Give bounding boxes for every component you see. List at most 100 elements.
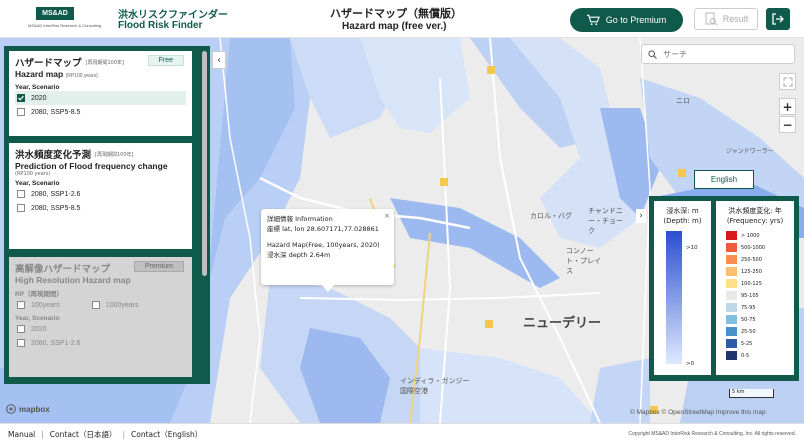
year-scenario-heading: Year, Scenario [15, 180, 60, 187]
hazard-map-title-jp: ハザードマップ [15, 58, 82, 69]
legend-swatch [726, 279, 737, 288]
checkbox[interactable] [17, 204, 25, 212]
company-logo[interactable]: MS&AD [36, 7, 74, 20]
map-label: チャンドニー・チョーク [588, 207, 623, 235]
highres-option-ssp126[interactable]: 2080, SSP1-2.6 [15, 336, 186, 350]
panel-scrollbar[interactable] [202, 51, 207, 276]
checkbox[interactable] [17, 339, 25, 347]
legend-swatch [726, 327, 737, 336]
frequency-note: [再現期間100年] [95, 151, 134, 158]
page-title-jp: ハザードマップ（無償版） [330, 7, 462, 20]
option-label: 2080, SSP1-2.6 [31, 190, 81, 198]
frequency-legend: 洪水頻度変化: 年 (Frequency: yrs) > 1000 500-1000… [716, 201, 794, 375]
company-name: MS&AD InterRisk Research & Consulting [28, 23, 102, 28]
checkbox[interactable] [17, 301, 25, 309]
checkbox-checked[interactable] [17, 94, 25, 102]
contact-jp-link[interactable]: Contact（日本語） [50, 429, 117, 440]
rp-option-100[interactable]: 100years [15, 298, 60, 312]
legend-panel: 浸水深: m (Depth: m) >10 >0 洪水頻度変化: 年 (Freque… [649, 196, 799, 381]
map-attribution[interactable]: © Mapbox © OpenStreetMap Improve this ma… [630, 409, 766, 416]
map-label: ニロ [676, 97, 690, 105]
premium-badge: Premium [133, 261, 184, 272]
frequency-legend-item: > 1000 [726, 231, 760, 240]
mapbox-icon [6, 404, 16, 414]
option-label: 1000years [105, 301, 139, 309]
checkbox[interactable] [17, 190, 25, 198]
close-icon[interactable]: × [384, 211, 390, 221]
zoom-in-button[interactable]: + [779, 98, 796, 115]
manual-link[interactable]: Manual [8, 430, 35, 439]
logout-icon [772, 13, 784, 25]
option-label: 100years [31, 301, 60, 309]
legend-swatch [726, 231, 737, 240]
result-label: Result [722, 14, 749, 24]
option-label: 2080, SSP5-8.5 [31, 108, 81, 116]
footer-separator: | [122, 430, 126, 439]
go-to-premium-label: Go to Premium [605, 15, 667, 25]
hazard-option-2020[interactable]: 2020 [15, 91, 186, 105]
search-icon [648, 49, 657, 59]
collapse-panel-button[interactable]: ‹ [212, 51, 226, 69]
brand-title-jp: 洪水リスクファインダー [118, 10, 228, 21]
legend-swatch [726, 267, 737, 276]
hazard-option-2080-ssp585[interactable]: 2080, SSP5-8.5 [15, 105, 186, 119]
result-button[interactable]: Result [694, 8, 758, 30]
hazard-map-note: [再現期間100年] [85, 59, 124, 66]
frequency-legend-item: 500-1000 [726, 243, 765, 252]
fullscreen-button[interactable] [779, 73, 796, 90]
highres-title-jp: 高解像ハザードマップ [15, 264, 111, 275]
popup-heading: 詳細情報 Information [267, 215, 333, 223]
frequency-legend-item: 250-500 [726, 255, 762, 264]
map-label: コンノート・プレイス [566, 247, 601, 275]
highres-option-2020[interactable]: 2020 [15, 322, 186, 336]
app-header: MS&AD MS&AD InterRisk Research & Consult… [0, 0, 804, 38]
frequency-legend-item: 50-75 [726, 315, 756, 324]
frequency-option-ssp585[interactable]: 2080, SSP5-8.5 [15, 201, 186, 215]
go-to-premium-button[interactable]: Go to Premium [570, 8, 683, 32]
copyright-text: Copyright MS&AD InterRisk Research & Con… [628, 431, 796, 437]
frequency-legend-title-jp: 洪水頻度変化: 年 [728, 207, 782, 215]
option-label: 2080, SSP5-8.5 [31, 204, 81, 212]
checkbox[interactable] [17, 108, 25, 116]
legend-label: 50-75 [741, 316, 756, 323]
logout-button[interactable] [766, 8, 790, 30]
zoom-out-button[interactable]: − [779, 116, 796, 133]
map-label: ジャンドワーラー [726, 148, 774, 155]
legend-label: 125-250 [741, 268, 762, 275]
frequency-option-ssp126[interactable]: 2080, SSP1-2.6 [15, 187, 186, 201]
plus-icon: + [782, 99, 793, 114]
mapbox-logo[interactable]: mapbox [6, 404, 50, 414]
legend-swatch [726, 255, 737, 264]
search-input[interactable] [663, 49, 783, 59]
frequency-title-en: Prediction of Flood frequency change [15, 161, 168, 171]
chevron-right-icon: › [639, 211, 643, 221]
page-title-en: Hazard map (free ver.) [342, 21, 447, 32]
option-label: 2020 [31, 94, 47, 102]
minus-icon: − [782, 117, 793, 132]
english-toggle-button[interactable]: English [694, 170, 754, 189]
map-label: インディラ・ガンジー国際空港 [400, 377, 470, 395]
legend-swatch [726, 339, 737, 348]
collapse-legend-button[interactable]: › [636, 209, 646, 223]
legend-swatch [726, 243, 737, 252]
frequency-legend-item: 25-50 [726, 327, 756, 336]
year-scenario-heading: Year, Scenario [15, 315, 60, 322]
legend-swatch [726, 291, 737, 300]
document-search-icon [705, 12, 718, 26]
scale-bar: 5 km [729, 389, 774, 398]
frequency-change-card: 洪水頻度変化予測 [再現期間100年] Prediction of Flood … [9, 143, 192, 249]
search-box[interactable] [641, 44, 795, 64]
option-label: 2080, SSP1-2.6 [31, 339, 81, 347]
frequency-title-jp: 洪水頻度変化予測 [15, 150, 92, 161]
frequency-legend-title-en: (Frequency: yrs) [726, 217, 784, 225]
legend-label: 25-50 [741, 328, 756, 335]
rp-heading: RP（再現期間） [15, 291, 64, 298]
legend-swatch [726, 315, 737, 324]
rp-option-1000[interactable]: 1000years [90, 298, 139, 312]
chevron-left-icon: ‹ [217, 54, 221, 66]
depth-min-label: >0 [686, 361, 695, 367]
checkbox[interactable] [91, 301, 100, 309]
city-label: ニューデリー [523, 316, 602, 331]
checkbox[interactable] [17, 325, 25, 333]
contact-en-link[interactable]: Contact（English） [131, 429, 202, 440]
